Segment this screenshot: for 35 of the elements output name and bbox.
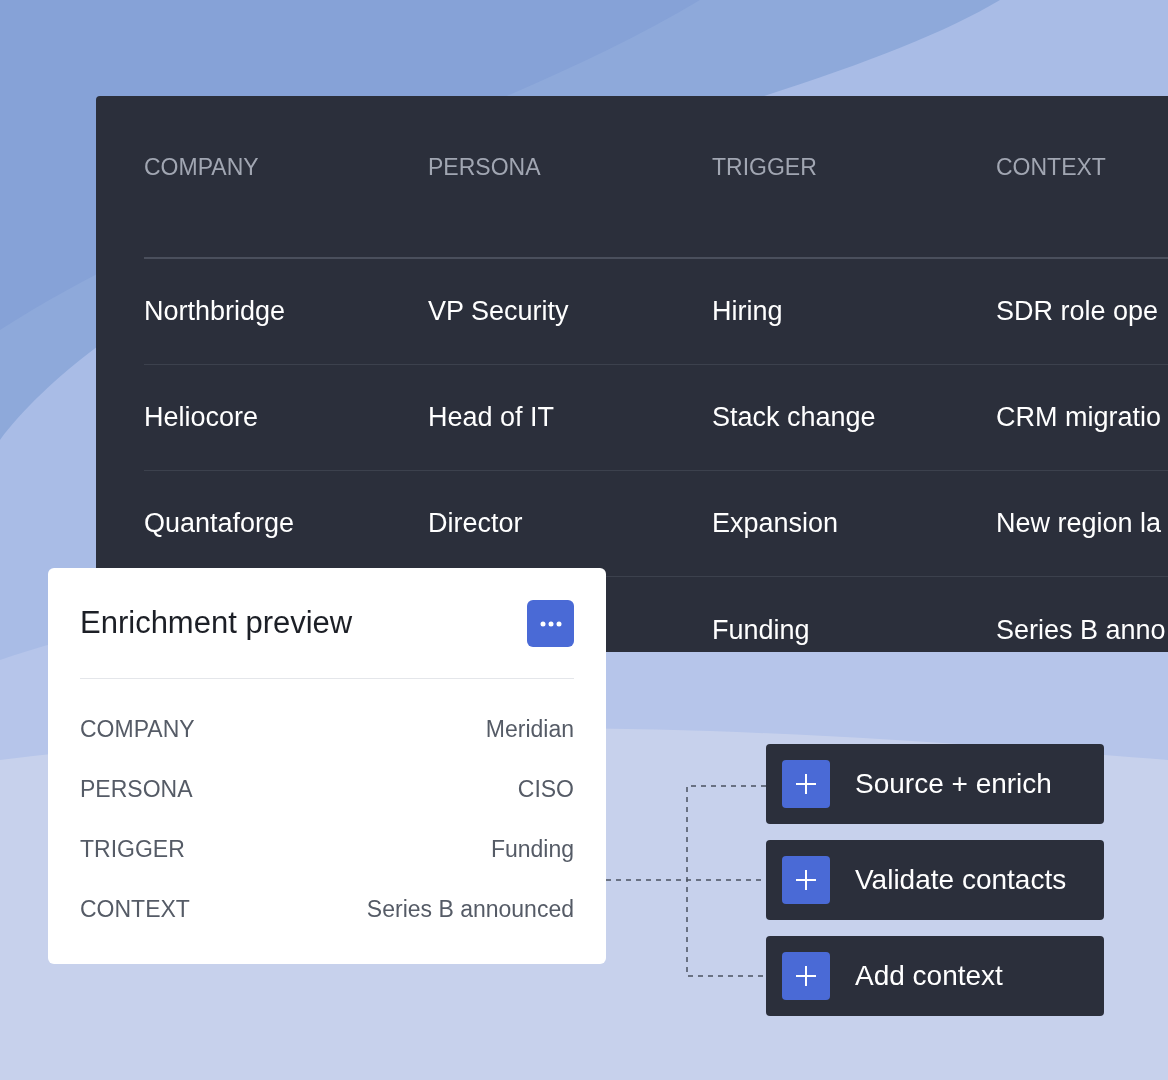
table-cell: Expansion (712, 508, 839, 539)
column-header: COMPANY (144, 154, 259, 180)
plus-icon (782, 760, 830, 808)
field-label: COMPANY (80, 714, 195, 744)
column-header: PERSONA (428, 154, 541, 180)
field-value: CISO (517, 774, 574, 804)
column-header: CONTEXT (996, 154, 1106, 180)
table-cell: Head of IT (428, 402, 555, 433)
table-cell: Stack change (712, 402, 876, 433)
field-value: Series B announced (366, 894, 574, 924)
field-value: Funding (490, 834, 574, 864)
action-button[interactable]: Validate contacts (766, 840, 1104, 920)
field-label: CONTEXT (80, 894, 190, 924)
more-icon (539, 620, 562, 627)
table-cell: SDR role ope (996, 296, 1159, 327)
action-button[interactable]: Add context (766, 936, 1104, 1016)
field-label: PERSONA (80, 774, 193, 804)
table-cell: Quantaforge (144, 508, 295, 539)
table-cell: Heliocore (144, 402, 259, 433)
field-value: Meridian (485, 714, 574, 744)
column-header: TRIGGER (712, 154, 817, 180)
plus-icon (782, 952, 830, 1000)
table-cell: CRM migratio (996, 402, 1162, 433)
field-label: TRIGGER (80, 834, 185, 864)
table-cell: Series B anno (996, 614, 1166, 645)
card-title: Enrichment preview (80, 604, 353, 643)
table-cell: New region la (996, 508, 1162, 539)
table-cell: VP Security (428, 296, 569, 327)
table-cell: Northbridge (144, 296, 286, 327)
action-button[interactable]: Source + enrich (766, 744, 1104, 824)
table-cell: Director (428, 508, 523, 539)
table-cell: Funding (712, 614, 810, 645)
plus-icon (782, 856, 830, 904)
more-button[interactable] (527, 600, 574, 647)
table-cell: Hiring (712, 296, 783, 327)
